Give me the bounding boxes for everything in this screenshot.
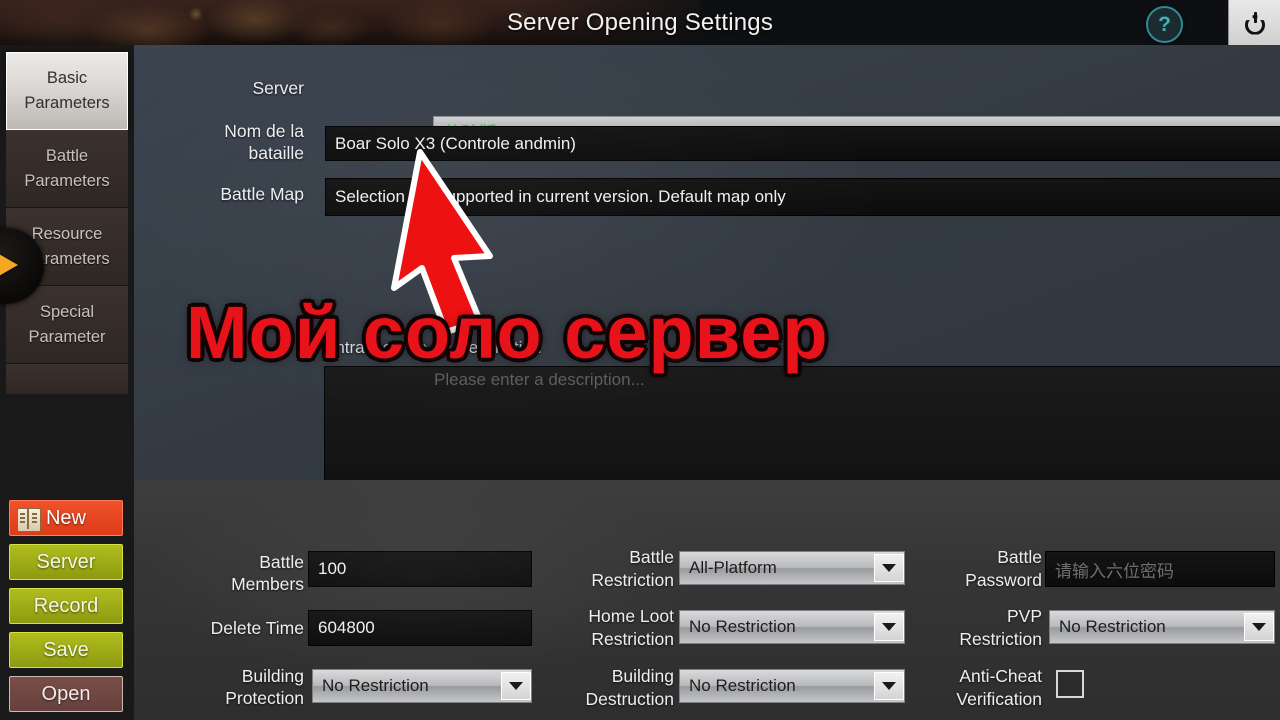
delete-time-label: Delete Time [210, 618, 304, 638]
building-destruction-label: Building Destruction [585, 666, 674, 709]
home-loot-restriction-select[interactable]: No Restriction [679, 610, 905, 644]
battle-map-label: Battle Map [220, 184, 304, 204]
settings-section: Battle Members 100 Delete Time 604800 Bu… [134, 480, 1280, 720]
battle-name-label: Nom de la bataille [154, 120, 304, 164]
anti-cheat-verification-label: Anti-Cheat Verification [956, 666, 1042, 709]
pvp-restriction-select[interactable]: No Restriction [1049, 610, 1275, 644]
anti-cheat-verification-checkbox[interactable] [1056, 670, 1084, 698]
battle-members-input[interactable]: 100 [308, 551, 532, 587]
save-button-label: Save [43, 638, 89, 661]
battle-name-label-line2: bataille [248, 143, 304, 163]
play-arrow-icon [0, 250, 18, 280]
new-button-label: New [45, 506, 86, 529]
delete-time-input[interactable]: 604800 [308, 610, 532, 646]
title-bar-artwork-fade [520, 0, 780, 45]
building-protection-select[interactable]: No Restriction [312, 669, 532, 703]
sidebar: Basic Parameters Battle Parameters Resou… [0, 45, 134, 720]
home-loot-restriction-value: No Restriction [689, 617, 796, 636]
building-destruction-value: No Restriction [689, 676, 796, 695]
battle-password-label: Battle Password [965, 547, 1042, 590]
chevron-down-icon[interactable] [501, 672, 531, 700]
battle-map-input: Selection not supported in current versi… [325, 178, 1280, 216]
open-button[interactable]: Open [9, 676, 123, 712]
building-protection-label: Building Protection [225, 666, 304, 708]
sidebar-item-label-line2: Parameters [24, 94, 110, 112]
sidebar-item-label-line2: Parameters [24, 171, 110, 190]
battle-restriction-select[interactable]: All-Platform [679, 551, 905, 585]
title-bar: Server Opening Settings ? [0, 0, 1280, 45]
chevron-down-icon[interactable] [1244, 613, 1274, 641]
new-button[interactable]: New [9, 500, 123, 536]
power-button[interactable] [1228, 0, 1280, 45]
pvp-restriction-value: No Restriction [1059, 617, 1166, 636]
record-button-label: Record [33, 594, 99, 617]
sidebar-item-basic-parameters[interactable]: Basic Parameters [6, 52, 128, 130]
open-button-label: Open [41, 682, 91, 705]
sidebar-item-label-line1: Special [39, 302, 95, 321]
server-label: Server [252, 78, 304, 98]
chevron-down-icon[interactable] [874, 672, 904, 700]
chevron-down-icon[interactable] [874, 613, 904, 641]
help-icon[interactable]: ? [1146, 6, 1183, 43]
battle-restriction-label: Battle Restriction [591, 547, 674, 590]
battle-name-input[interactable]: Boar Solo X3 (Controle andmin) [325, 126, 1280, 161]
server-button-label: Server [36, 550, 96, 573]
sidebar-item-label-line1: Basic [46, 69, 88, 87]
server-button[interactable]: Server [9, 544, 123, 580]
chevron-down-icon[interactable] [874, 554, 904, 582]
save-button[interactable]: Save [9, 632, 123, 668]
battle-password-input[interactable]: 请输入六位密码 [1045, 551, 1275, 587]
book-icon [17, 508, 41, 532]
description-placeholder: Please enter a description... [434, 370, 645, 389]
battle-members-label: Battle Members [231, 552, 304, 594]
sidebar-item-label-line2: Parameter [28, 327, 106, 346]
battle-name-label-line1: Nom de la [224, 121, 304, 141]
sidebar-tab-filler [6, 364, 128, 394]
sidebar-tab-list: Basic Parameters Battle Parameters Resou… [6, 52, 128, 394]
record-button[interactable]: Record [9, 588, 123, 624]
pvp-restriction-label: PVP Restriction [959, 606, 1042, 649]
app-window: Server Opening Settings ? Basic Paramete… [0, 0, 1280, 720]
sidebar-item-label-line1: Resource [31, 224, 103, 243]
home-loot-restriction-label: Home Loot Restriction [588, 606, 674, 649]
sidebar-item-label-line1: Battle [45, 146, 89, 165]
description-label: Entrance Pop-up Description [324, 338, 542, 357]
power-icon [1244, 11, 1266, 34]
building-destruction-select[interactable]: No Restriction [679, 669, 905, 703]
sidebar-item-battle-parameters[interactable]: Battle Parameters [6, 130, 128, 208]
main-panel: Server 体验版001(Idle) Nom de la bataille B… [134, 45, 1280, 720]
building-protection-value: No Restriction [322, 676, 429, 695]
battle-restriction-value: All-Platform [689, 558, 777, 577]
sidebar-action-buttons: New Server Record Save Open [9, 500, 123, 720]
